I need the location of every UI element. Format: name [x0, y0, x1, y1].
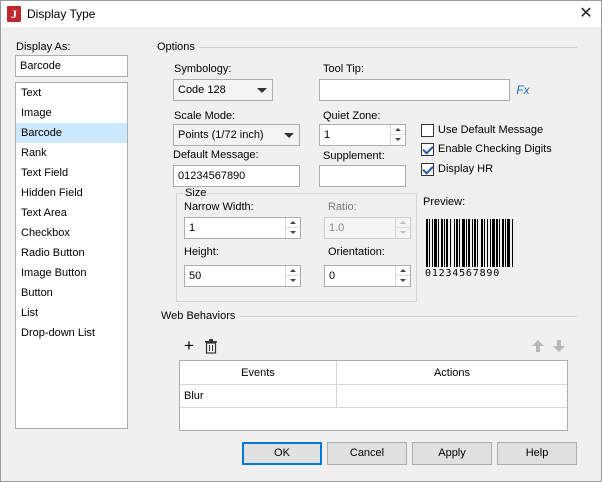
ok-button[interactable]: OK [242, 442, 322, 465]
move-up-button[interactable] [528, 336, 548, 356]
supplement-input[interactable] [319, 165, 406, 187]
display-type-list[interactable]: Text Image Barcode Rank Text Field Hidde… [15, 82, 128, 429]
preview-label: Preview: [423, 196, 466, 208]
ratio-value: 1.0 [329, 222, 345, 234]
height-stepper[interactable]: 50 [184, 265, 301, 287]
orientation-value: 0 [329, 270, 336, 282]
spin-down-icon [396, 228, 410, 238]
default-message-input[interactable]: 01234567890 [173, 165, 300, 187]
list-item-checkbox[interactable]: Checkbox [16, 223, 127, 243]
supplement-label: Supplement: [323, 150, 385, 162]
scale-mode-value: Points (1/72 inch) [178, 129, 264, 141]
web-behaviors-section-label: Web Behaviors [161, 310, 236, 322]
apply-button[interactable]: Apply [412, 442, 492, 465]
trash-icon [205, 339, 217, 354]
display-as-label: Display As: [16, 41, 71, 53]
scale-mode-dropdown[interactable]: Points (1/72 inch) [173, 124, 300, 146]
cancel-button[interactable]: Cancel [327, 442, 407, 465]
formula-fx-button[interactable]: Fx [513, 80, 533, 100]
spin-down-icon[interactable] [286, 228, 300, 238]
close-button[interactable]: ✕ [571, 1, 601, 27]
height-spin-buttons [285, 266, 300, 286]
list-item-radio-button[interactable]: Radio Button [16, 243, 127, 263]
spin-up-icon[interactable] [286, 266, 300, 276]
event-cell[interactable]: Blur [180, 385, 337, 407]
chevron-down-icon [284, 133, 294, 138]
spin-down-icon[interactable] [396, 276, 410, 286]
barcode-digits: 01234567890 [425, 268, 501, 279]
orientation-stepper[interactable]: 0 [324, 265, 411, 287]
quiet-zone-stepper[interactable]: 1 [319, 124, 406, 146]
table-row[interactable]: Blur [180, 385, 567, 408]
barcode-preview: 01234567890 [425, 217, 545, 279]
spin-down-icon[interactable] [286, 276, 300, 286]
list-item-text[interactable]: Text [16, 83, 127, 103]
spin-up-icon[interactable] [396, 266, 410, 276]
use-default-message-label: Use Default Message [438, 124, 544, 136]
scale-mode-label: Scale Mode: [174, 110, 236, 122]
list-item-image-button[interactable]: Image Button [16, 263, 127, 283]
display-hr-label: Display HR [438, 163, 494, 175]
quiet-zone-value: 1 [324, 129, 331, 141]
list-item-rank[interactable]: Rank [16, 143, 127, 163]
list-item-text-area[interactable]: Text Area [16, 203, 127, 223]
column-header-events[interactable]: Events [180, 361, 337, 385]
tool-tip-label: Tool Tip: [323, 63, 364, 75]
list-item-drop-down-list[interactable]: Drop-down List [16, 323, 127, 343]
spin-up-icon[interactable] [391, 125, 405, 135]
quiet-zone-label: Quiet Zone: [323, 110, 381, 122]
enable-checking-digits-label: Enable Checking Digits [438, 143, 552, 155]
options-divider [199, 47, 577, 48]
arrow-up-icon [532, 340, 544, 352]
narrow-width-stepper[interactable]: 1 [184, 217, 301, 239]
options-section-label: Options [157, 41, 195, 53]
dialog-title: Display Type [27, 7, 96, 21]
spin-up-icon [396, 218, 410, 228]
help-button[interactable]: Help [497, 442, 577, 465]
web-behaviors-divider [240, 316, 577, 317]
display-as-field[interactable]: Barcode [15, 55, 128, 77]
chevron-down-icon [257, 88, 267, 93]
spin-down-icon[interactable] [391, 135, 405, 145]
symbology-label: Symbology: [174, 63, 232, 75]
ratio-stepper: 1.0 [324, 217, 411, 239]
tool-tip-input[interactable] [319, 79, 510, 101]
height-label: Height: [184, 246, 219, 258]
web-behaviors-table[interactable]: Events Actions Blur [179, 360, 568, 431]
default-message-label: Default Message: [173, 149, 259, 161]
add-behavior-button[interactable]: + [179, 336, 199, 356]
height-value: 50 [189, 270, 202, 282]
ratio-spin-buttons [395, 218, 410, 238]
narrow-width-spin-buttons [285, 218, 300, 238]
orientation-label: Orientation: [328, 246, 385, 258]
ratio-label: Ratio: [328, 201, 357, 213]
symbology-dropdown[interactable]: Code 128 [173, 79, 273, 101]
display-type-dialog: J Display Type ✕ Display As: Barcode Tex… [0, 0, 602, 482]
app-logo-icon: J [7, 6, 21, 22]
narrow-width-label: Narrow Width: [184, 201, 254, 213]
enable-checking-digits-checkbox[interactable] [421, 143, 434, 156]
display-hr-checkbox[interactable] [421, 163, 434, 176]
plus-icon: + [184, 336, 194, 355]
list-item-hidden-field[interactable]: Hidden Field [16, 183, 127, 203]
list-item-text-field[interactable]: Text Field [16, 163, 127, 183]
list-item-list[interactable]: List [16, 303, 127, 323]
narrow-width-value: 1 [189, 222, 196, 234]
action-cell[interactable] [337, 385, 567, 407]
list-item-button[interactable]: Button [16, 283, 127, 303]
list-item-barcode[interactable]: Barcode [16, 123, 127, 143]
use-default-message-checkbox[interactable] [421, 124, 434, 137]
symbology-value: Code 128 [178, 84, 226, 96]
column-header-actions[interactable]: Actions [337, 361, 567, 385]
title-bar: J Display Type ✕ [1, 1, 601, 27]
size-group-label: Size [183, 187, 209, 199]
orientation-spin-buttons [395, 266, 410, 286]
spin-up-icon[interactable] [286, 218, 300, 228]
delete-behavior-button[interactable] [201, 336, 221, 356]
arrow-down-icon [553, 340, 565, 352]
list-item-image[interactable]: Image [16, 103, 127, 123]
quiet-zone-spin-buttons [390, 125, 405, 145]
move-down-button[interactable] [549, 336, 569, 356]
barcode-bars [426, 219, 513, 267]
